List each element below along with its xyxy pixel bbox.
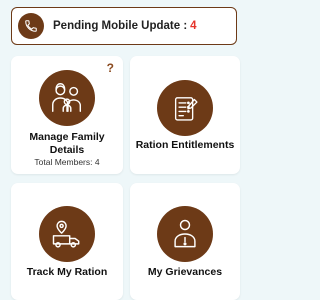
total-members-text: Total Members: 4 <box>34 157 100 167</box>
ration-list-icon <box>157 80 213 136</box>
pending-mobile-update-banner[interactable]: Pending Mobile Update :4 <box>11 7 237 45</box>
pending-mobile-update-label: Pending Mobile Update : <box>53 20 188 32</box>
family-icon <box>39 70 95 126</box>
my-grievances-card[interactable]: My Grievances <box>130 183 240 300</box>
manage-family-details-card[interactable]: ? Manage Family Details Total Members: 4 <box>11 56 123 174</box>
my-grievances-title: My Grievances <box>147 266 223 278</box>
pending-mobile-update-text: Pending Mobile Update :4 <box>53 20 197 32</box>
grievance-person-icon <box>157 206 213 262</box>
delivery-truck-icon <box>39 206 95 262</box>
dashboard-page: Pending Mobile Update :4 ? Manage Family… <box>0 0 251 300</box>
phone-icon <box>18 13 44 39</box>
help-icon[interactable]: ? <box>107 61 114 75</box>
pending-count: 4 <box>190 20 197 32</box>
manage-family-details-title-line2: Details <box>49 143 85 156</box>
track-my-ration-title: Track My Ration <box>26 266 108 278</box>
track-my-ration-card[interactable]: Track My Ration <box>11 183 123 300</box>
ration-entitlements-title: Ration Entitlements <box>135 139 235 151</box>
manage-family-details-title: Manage Family Details <box>11 131 123 156</box>
manage-family-details-title-line1: Manage Family <box>29 131 105 143</box>
ration-entitlements-card[interactable]: Ration Entitlements <box>130 56 240 174</box>
